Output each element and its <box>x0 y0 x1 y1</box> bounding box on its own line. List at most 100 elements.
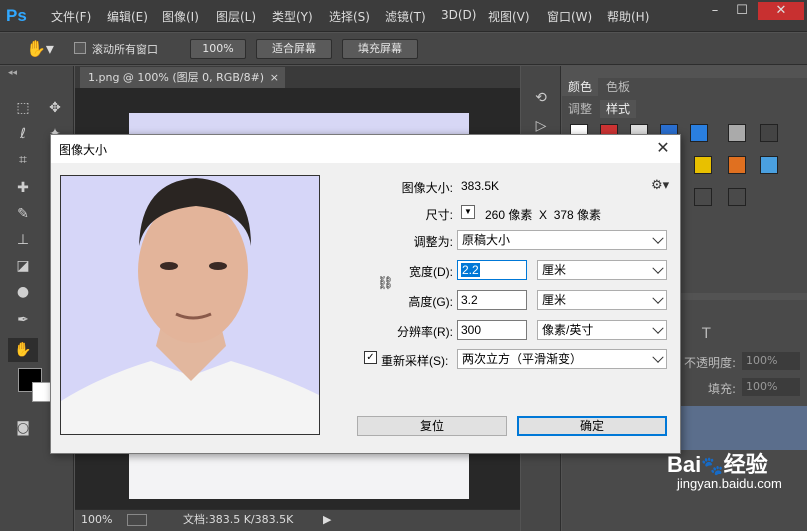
collapse-icon[interactable]: ◂◂ <box>8 68 17 78</box>
image-preview[interactable] <box>60 175 320 435</box>
dialog-close-button[interactable]: ✕ <box>651 137 675 161</box>
ok-button[interactable]: 确定 <box>517 416 667 436</box>
tab-color[interactable]: 颜色 <box>562 78 599 96</box>
zoom-level[interactable]: 100% <box>81 510 112 530</box>
document-tab[interactable]: 1.png @ 100% (图层 0, RGB/8#) × <box>80 67 285 88</box>
width-label: 宽度(D): <box>409 265 453 279</box>
style-swatch[interactable] <box>694 156 712 174</box>
opacity-label: 不透明度: <box>684 356 737 370</box>
menu-3d[interactable]: 3D(D) <box>441 8 476 22</box>
chevron-down-icon <box>652 262 664 274</box>
marquee-tool-icon[interactable]: ⬚ <box>10 96 36 120</box>
style-swatch[interactable] <box>760 156 778 174</box>
width-unit-value: 厘米 <box>542 263 567 277</box>
chevron-down-icon <box>652 232 664 244</box>
image-size-dialog: 图像大小 ✕ 图像大小: 383.5K ⚙▾ 尺寸: ▼ 260 像素 X 37… <box>50 134 681 454</box>
eraser-tool-icon[interactable]: ◪ <box>10 254 36 278</box>
maximize-button[interactable]: ☐ <box>730 2 754 20</box>
menu-image[interactable]: 图像(I) <box>162 8 199 25</box>
resolution-unit-value: 像素/英寸 <box>542 323 594 337</box>
move-tool-icon[interactable]: ✥ <box>42 96 68 120</box>
status-arrow-icon[interactable]: ▶ <box>323 510 331 530</box>
portrait-preview <box>61 176 319 434</box>
baidu-watermark-logo: Bai🐾经验 <box>667 452 768 477</box>
width-input[interactable]: 2.2 <box>457 260 527 280</box>
status-bar: 100% 文档:383.5 K/383.5K ▶ <box>75 509 520 531</box>
dialog-title-bar: 图像大小 ✕ <box>51 135 680 163</box>
menu-file[interactable]: 文件(F) <box>51 8 91 25</box>
hand-tool-preset-icon[interactable]: ✋▾ <box>10 38 58 60</box>
minimize-button[interactable]: – <box>703 2 727 20</box>
lasso-tool-icon[interactable]: ℓ <box>10 122 36 146</box>
resolution-unit-select[interactable]: 像素/英寸 <box>537 320 667 340</box>
resample-select[interactable]: 两次立方（平滑渐变） <box>457 349 667 369</box>
tab-styles[interactable]: 样式 <box>600 100 637 118</box>
document-tab-title: 1.png @ 100% (图层 0, RGB/8#) <box>88 71 265 84</box>
healing-brush-icon[interactable]: ✚ <box>10 176 36 200</box>
menu-filter[interactable]: 滤镜(T) <box>385 8 426 25</box>
hand-tool-icon[interactable]: ✋ <box>8 338 38 362</box>
fill-screen-button[interactable]: 填充屏幕 <box>342 39 418 59</box>
clone-stamp-icon[interactable]: ⊥ <box>10 228 36 252</box>
fit-to-select[interactable]: 原稿大小 <box>457 230 667 250</box>
blur-tool-icon[interactable]: ● <box>10 280 36 304</box>
menu-window[interactable]: 窗口(W) <box>547 8 592 25</box>
layer-row[interactable] <box>678 406 807 450</box>
resample-checkbox[interactable]: ✓ <box>364 351 377 364</box>
tab-adjustments[interactable]: 调整 <box>562 100 598 118</box>
close-tab-icon[interactable]: × <box>270 67 279 88</box>
menu-help[interactable]: 帮助(H) <box>607 8 649 25</box>
pen-tool-icon[interactable]: ✒ <box>10 308 36 332</box>
menu-bar: Ps 文件(F) 编辑(E) 图像(I) 图层(L) 类型(Y) 选择(S) 滤… <box>0 0 807 32</box>
image-size-label: 图像大小: <box>401 181 453 195</box>
zoom-100-button[interactable]: 100% <box>190 39 246 59</box>
chevron-down-icon <box>652 292 664 304</box>
resample-value: 两次立方（平滑渐变） <box>462 352 583 366</box>
watermark-text: jingyan.baidu.com <box>677 476 782 491</box>
fit-to-label: 调整为: <box>413 235 453 249</box>
height-unit-select[interactable]: 厘米 <box>537 290 667 310</box>
scroll-all-windows-label: 滚动所有窗口 <box>92 43 158 56</box>
window-close-button[interactable]: ✕ <box>758 2 804 20</box>
dimensions-dropdown-icon[interactable]: ▼ <box>461 205 475 219</box>
type-layer-icon[interactable]: T <box>702 326 711 342</box>
height-value: 3.2 <box>461 293 478 307</box>
background-color-swatch[interactable] <box>32 382 52 402</box>
style-swatch[interactable] <box>728 188 746 206</box>
tab-swatches[interactable]: 色板 <box>600 78 636 96</box>
height-label: 高度(G): <box>408 295 453 309</box>
style-swatch[interactable] <box>690 124 708 142</box>
document-info: 文档:383.5 K/383.5K <box>183 513 294 526</box>
width-unit-select[interactable]: 厘米 <box>537 260 667 280</box>
resample-label: 重新采样(S): <box>381 354 449 368</box>
crop-tool-icon[interactable]: ⌗ <box>10 148 36 172</box>
menu-edit[interactable]: 编辑(E) <box>107 8 148 25</box>
fill-field[interactable]: 100% <box>742 378 800 396</box>
style-swatch[interactable] <box>694 188 712 206</box>
width-value: 2.2 <box>461 263 480 277</box>
history-panel-icon[interactable]: ⟲ <box>529 90 553 112</box>
menu-view[interactable]: 视图(V) <box>488 8 530 25</box>
menu-select[interactable]: 选择(S) <box>329 8 370 25</box>
fit-to-value: 原稿大小 <box>462 233 511 247</box>
menu-layer[interactable]: 图层(L) <box>216 8 256 25</box>
chevron-down-icon <box>652 351 664 363</box>
style-swatch[interactable] <box>728 124 746 142</box>
opacity-field[interactable]: 100% <box>742 352 800 370</box>
fit-screen-button[interactable]: 适合屏幕 <box>256 39 332 59</box>
dimensions-label: 尺寸: <box>425 208 453 222</box>
height-input[interactable]: 3.2 <box>457 290 527 310</box>
resolution-label: 分辨率(R): <box>397 325 453 339</box>
quick-mask-icon[interactable]: ◙ <box>10 416 36 440</box>
style-swatch[interactable] <box>760 124 778 142</box>
resolution-input[interactable]: 300 <box>457 320 527 340</box>
options-bar: ✋▾ 滚动所有窗口 100% 适合屏幕 填充屏幕 <box>0 33 807 65</box>
style-swatch[interactable] <box>728 156 746 174</box>
reset-button[interactable]: 复位 <box>357 416 507 436</box>
dialog-title: 图像大小 <box>59 143 108 157</box>
menu-type[interactable]: 类型(Y) <box>272 8 313 25</box>
brush-tool-icon[interactable]: ✎ <box>10 202 36 226</box>
image-size-value: 383.5K <box>461 179 500 193</box>
scroll-all-windows-checkbox[interactable] <box>74 42 86 54</box>
gear-icon[interactable]: ⚙▾ <box>651 177 669 193</box>
